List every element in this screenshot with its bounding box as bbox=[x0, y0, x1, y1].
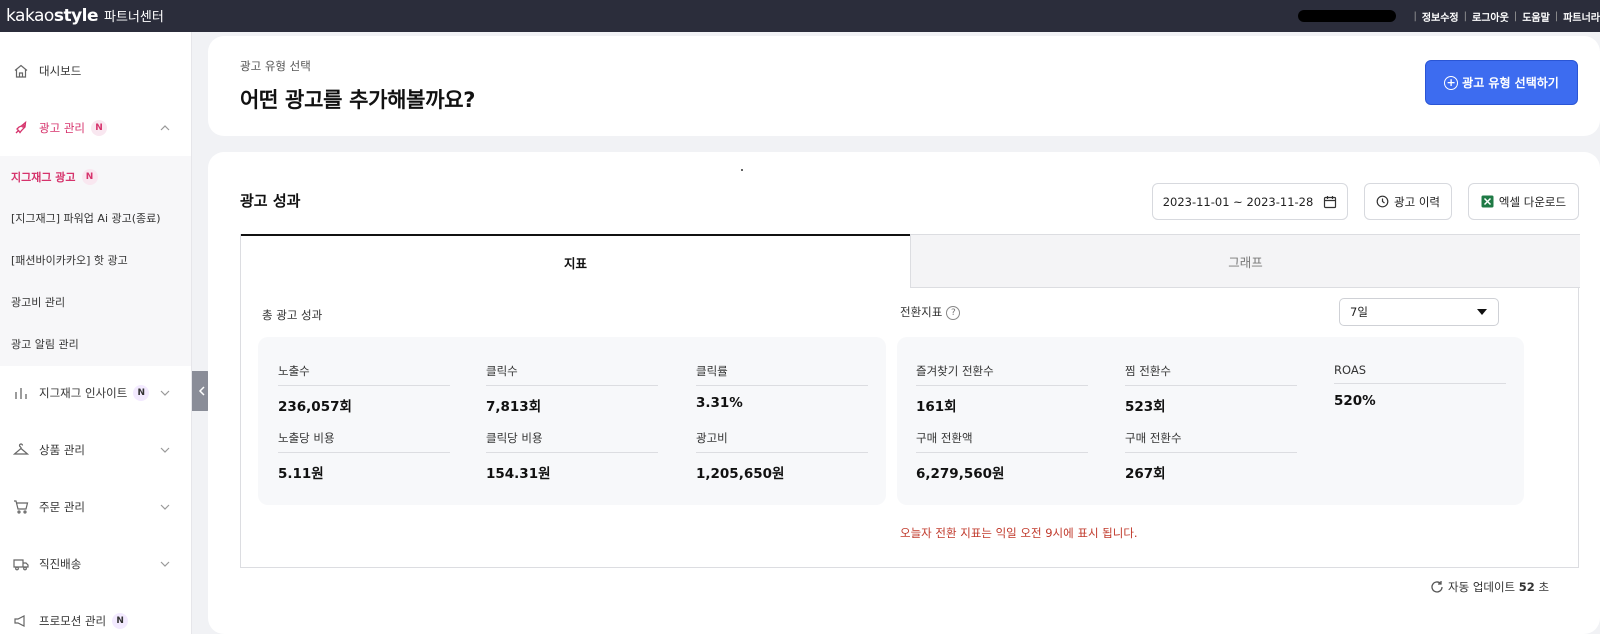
total-stats-box: 노출수 236,057회 클릭수 7,813회 클릭률 3.31% 노출당 비용… bbox=[258, 337, 886, 505]
tab-graph[interactable]: 그래프 bbox=[910, 234, 1580, 288]
conversion-title: 전환지표? bbox=[900, 304, 961, 320]
sidebar-item-orders[interactable]: 주문 관리 bbox=[0, 492, 191, 522]
ad-history-button[interactable]: 광고 이력 bbox=[1364, 183, 1452, 220]
stat-cpc: 클릭당 비용 154.31원 bbox=[486, 430, 658, 482]
new-badge: N bbox=[81, 169, 98, 185]
promotion-icon bbox=[12, 612, 30, 630]
stat-roas: ROAS 520% bbox=[1334, 363, 1506, 409]
total-performance-title: 총 광고 성과 bbox=[262, 308, 323, 322]
sidebar-item-label: 프로모션 관리 bbox=[39, 614, 107, 628]
stat-purchase-count: 구매 전환수 267회 bbox=[1125, 430, 1297, 482]
new-badge: N bbox=[133, 385, 150, 401]
auto-update-status[interactable]: 자동 업데이트 52 초 bbox=[1430, 579, 1549, 595]
stat-impressions: 노출수 236,057회 bbox=[278, 363, 450, 415]
sidebar-item-direct-delivery[interactable]: 직진배송 bbox=[0, 549, 191, 579]
excel-icon bbox=[1481, 195, 1494, 208]
sidebar-item-label: 주문 관리 bbox=[39, 500, 85, 514]
logo-subtitle: 파트너센터 bbox=[104, 10, 164, 25]
ad-submenu: 지그재그 광고 N [지그재그] 파워업 Ai 광고(종료) [패션바이카카오]… bbox=[0, 156, 191, 366]
rocket-icon bbox=[12, 119, 30, 137]
sidebar-item-products[interactable]: 상품 관리 bbox=[0, 435, 191, 465]
performance-card: 광고 성과 2023-11-01 ~ 2023-11-28 광고 이력 엑셀 다… bbox=[208, 152, 1600, 634]
period-select[interactable]: 7일 bbox=[1339, 298, 1499, 326]
ad-type-eyebrow: 광고 유형 선택 bbox=[240, 59, 311, 73]
edit-info-link[interactable]: 정보수정 bbox=[1422, 9, 1459, 24]
kakaostyle-logo[interactable]: kakaostyle 파트너센터 bbox=[6, 6, 164, 26]
new-badge: N bbox=[90, 120, 107, 136]
sidebar-item-promotions[interactable]: 프로모션 관리 N bbox=[0, 606, 191, 634]
stat-favorite-conversions: 즐겨찾기 전환수 161회 bbox=[916, 363, 1088, 415]
sidebar-item-label: 지그재그 인사이트 bbox=[39, 386, 128, 400]
sidebar: 대시보드 광고 관리 N 지그재그 광고 N [지그재그] 파워업 Ai 광고(… bbox=[0, 32, 192, 634]
chevron-left-icon bbox=[198, 386, 205, 396]
sidebar-item-label: 직진배송 bbox=[39, 557, 82, 571]
ad-type-card: 광고 유형 선택 어떤 광고를 추가해볼까요? + 광고 유형 선택하기 bbox=[208, 36, 1600, 136]
date-range-picker[interactable]: 2023-11-01 ~ 2023-11-28 bbox=[1152, 183, 1348, 220]
clock-icon bbox=[1376, 195, 1389, 208]
refresh-icon bbox=[1430, 580, 1444, 594]
chevron-down-icon[interactable] bbox=[160, 445, 170, 455]
logo-wordmark: kakaostyle bbox=[6, 6, 99, 26]
conversion-stats-box: 즐겨찾기 전환수 161회 찜 전환수 523회 ROAS 520% 구매 전환… bbox=[897, 337, 1524, 505]
top-bar: kakaostyle 파트너센터 | 정보수정 | 로그아웃 | 도움말 | 파… bbox=[0, 0, 1600, 32]
sidebar-item-ad-management[interactable]: 광고 관리 N bbox=[0, 113, 191, 143]
submenu-item-powerup-ai-ads[interactable]: [지그재그] 파워업 Ai 광고(종료) bbox=[11, 207, 161, 229]
help-link[interactable]: 도움말 bbox=[1522, 9, 1550, 24]
sidebar-item-dashboard[interactable]: 대시보드 bbox=[0, 56, 191, 86]
help-icon[interactable]: ? bbox=[946, 305, 961, 320]
partner-link[interactable]: 파트너라 bbox=[1563, 9, 1600, 24]
submenu-item-hot-ads[interactable]: [패션바이카카오] 핫 광고 bbox=[11, 249, 128, 271]
stat-clicks: 클릭수 7,813회 bbox=[486, 363, 658, 415]
stat-wishlist-conversions: 찜 전환수 523회 bbox=[1125, 363, 1297, 415]
select-ad-type-button[interactable]: + 광고 유형 선택하기 bbox=[1425, 60, 1578, 105]
cart-icon bbox=[12, 498, 30, 516]
conversion-notice: 오늘자 전환 지표는 익일 오전 9시에 표시 됩니다. bbox=[900, 526, 1138, 540]
chevron-up-icon[interactable] bbox=[160, 123, 170, 133]
sidebar-item-insight[interactable]: 지그재그 인사이트 N bbox=[0, 378, 191, 408]
chevron-down-icon[interactable] bbox=[160, 388, 170, 398]
calendar-icon bbox=[1323, 195, 1337, 209]
top-links: | 정보수정 | 로그아웃 | 도움말 | 파트너라 bbox=[1298, 0, 1600, 32]
submenu-item-zigzag-ads[interactable]: 지그재그 광고 N bbox=[11, 166, 98, 188]
plus-circle-icon: + bbox=[1444, 75, 1459, 90]
home-icon bbox=[12, 62, 30, 80]
stat-purchase-amount: 구매 전환액 6,279,560원 bbox=[916, 430, 1088, 482]
sidebar-item-label: 상품 관리 bbox=[39, 443, 85, 457]
redacted-username bbox=[1298, 10, 1397, 22]
stat-cpm: 노출당 비용 5.11원 bbox=[278, 430, 450, 482]
caret-down-icon bbox=[1477, 309, 1487, 315]
submenu-item-ad-budget[interactable]: 광고비 관리 bbox=[11, 291, 65, 313]
new-badge: N bbox=[112, 613, 129, 629]
sidebar-item-label: 광고 관리 bbox=[39, 121, 85, 135]
hanger-icon bbox=[12, 441, 30, 459]
chevron-down-icon[interactable] bbox=[160, 502, 170, 512]
date-range-value: 2023-11-01 ~ 2023-11-28 bbox=[1162, 194, 1314, 209]
logout-link[interactable]: 로그아웃 bbox=[1472, 9, 1509, 24]
page-title: 어떤 광고를 추가해볼까요? bbox=[240, 88, 476, 112]
chevron-down-icon[interactable] bbox=[160, 559, 170, 569]
bar-chart-icon bbox=[12, 384, 30, 402]
tab-metrics[interactable]: 지표 bbox=[241, 234, 910, 288]
section-title: 광고 성과 bbox=[240, 192, 301, 210]
submenu-item-ad-alerts[interactable]: 광고 알림 관리 bbox=[11, 333, 79, 355]
stat-ad-spend: 광고비 1,205,650원 bbox=[696, 430, 868, 482]
stat-ctr: 클릭률 3.31% bbox=[696, 363, 868, 411]
truck-icon bbox=[12, 555, 30, 573]
sidebar-item-label: 대시보드 bbox=[39, 64, 82, 78]
excel-download-button[interactable]: 엑셀 다운로드 bbox=[1468, 183, 1579, 220]
